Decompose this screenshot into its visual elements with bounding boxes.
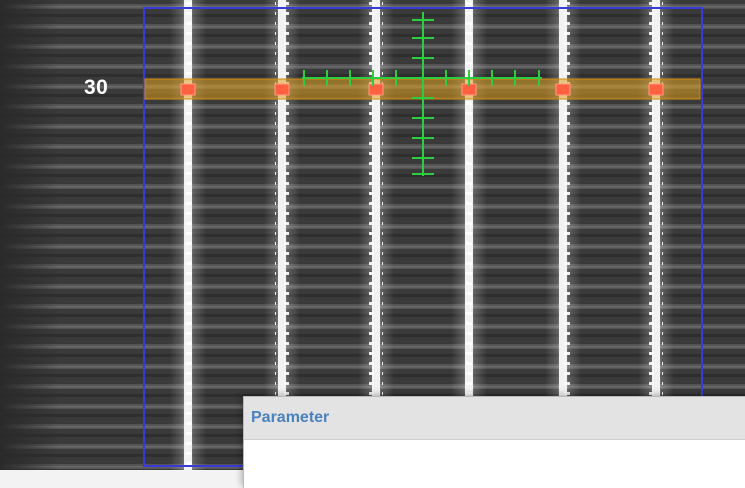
row-number-label: 30 xyxy=(84,76,109,99)
vertical-line-1 xyxy=(170,0,206,470)
parameter-dialog[interactable]: Parameter xyxy=(243,396,745,488)
line-marker[interactable] xyxy=(368,83,384,96)
left-shadow xyxy=(0,0,60,470)
dialog-title-bar[interactable]: Parameter xyxy=(244,397,745,440)
line-marker[interactable] xyxy=(555,83,571,96)
line-marker[interactable] xyxy=(648,83,664,96)
dialog-body xyxy=(244,440,745,488)
line-marker[interactable] xyxy=(180,83,196,96)
dialog-title: Parameter xyxy=(251,409,330,426)
line-marker[interactable] xyxy=(274,83,290,96)
